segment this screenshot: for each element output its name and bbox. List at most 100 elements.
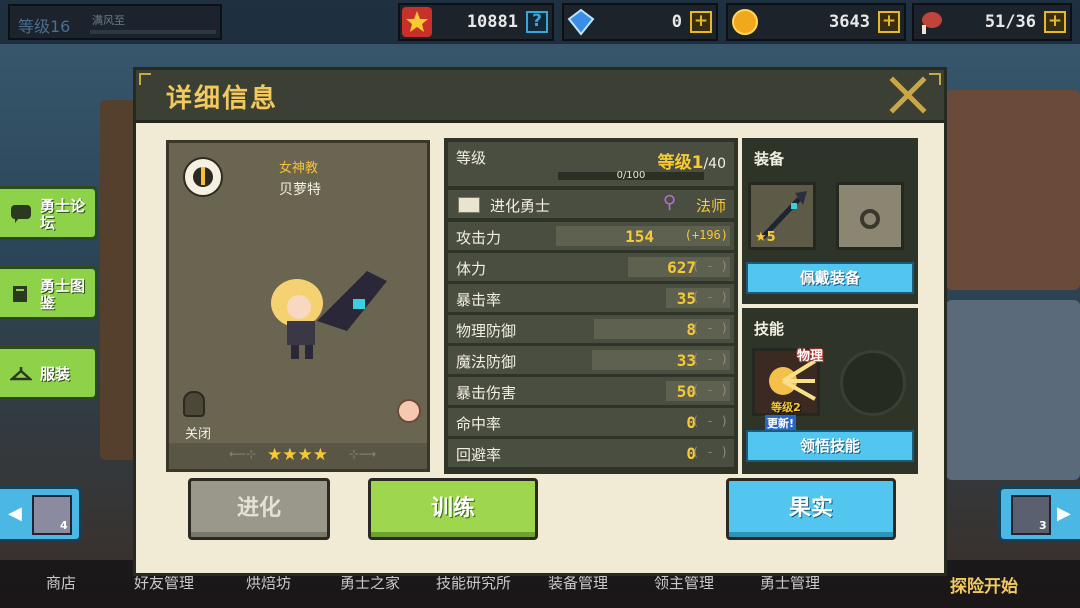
staff-icon: ⚲ bbox=[662, 192, 676, 213]
hero-name: 贝萝特 bbox=[279, 182, 321, 198]
lock-label: 关闭 bbox=[185, 427, 212, 442]
dialog-title: 详细信息 bbox=[166, 84, 279, 114]
stats-panel: 等级 0/100 等级1/40 进化勇士 ⚲ 法师 攻击力 154 (+196) 体力… bbox=[444, 138, 738, 474]
class-label: 法师 bbox=[695, 197, 726, 215]
stat-label: 回避率 bbox=[456, 446, 502, 464]
top-bar: 等级16 满风至 10881 ? 0 + 3643 + 51/36 + bbox=[0, 0, 1080, 44]
fruit-button[interactable]: 果实 bbox=[726, 478, 896, 540]
hero-class: 女神教 bbox=[279, 161, 319, 176]
train-button[interactable]: 训练 bbox=[368, 478, 538, 540]
equipment-title: 装备 bbox=[754, 150, 785, 168]
close-button[interactable] bbox=[888, 76, 928, 114]
diamond-icon bbox=[566, 7, 596, 37]
stat-label: 魔法防御 bbox=[456, 353, 517, 371]
stat-row: 暴击率 35( - ) bbox=[448, 284, 734, 312]
chat-icon bbox=[10, 204, 32, 224]
meat-value: 51/36 bbox=[984, 12, 1036, 32]
stat-label: 攻击力 bbox=[456, 229, 502, 247]
book-icon bbox=[10, 284, 32, 304]
hero-panel: 女神教 贝萝特 关闭 ⟵⊹ ★★★★ ⊹⟶ bbox=[166, 140, 430, 472]
costume-label: 服装 bbox=[40, 365, 71, 383]
equip-button[interactable]: 佩戴装备 bbox=[746, 262, 914, 294]
stat-label: 暴击伤害 bbox=[456, 384, 517, 402]
meat-add-button[interactable]: + bbox=[1044, 11, 1066, 33]
meat-resource: 51/36 + bbox=[912, 3, 1072, 41]
player-level: 等级16 bbox=[18, 17, 71, 36]
wing-left-icon: ⟵⊹ bbox=[229, 447, 257, 461]
evolution-row[interactable]: 进化勇士 ⚲ 法师 bbox=[448, 190, 734, 218]
forum-label: 勇士论坛 bbox=[40, 197, 86, 232]
chevron-right-icon: ▶ bbox=[1057, 503, 1071, 524]
prev-hero-stars: 4 bbox=[60, 519, 68, 532]
scroll-icon bbox=[458, 197, 480, 213]
bg-building bbox=[946, 300, 1080, 480]
empty-skill-slot[interactable] bbox=[840, 350, 906, 416]
hero-sprite bbox=[271, 271, 387, 359]
stat-row: 暴击伤害 50( - ) bbox=[448, 377, 734, 405]
bg-building bbox=[946, 90, 1080, 290]
skill-slot[interactable]: 物理 等级2 更新! bbox=[752, 348, 823, 431]
codex-button[interactable]: 勇士图鉴 bbox=[0, 266, 98, 320]
stat-row: 魔法防御 33( - ) bbox=[448, 346, 734, 374]
trophy-resource: 10881 ? bbox=[398, 3, 554, 41]
skill-new-badge: 更新! bbox=[765, 415, 797, 431]
stat-bonus: ( - ) bbox=[691, 321, 728, 335]
learn-skill-button[interactable]: 领悟技能 bbox=[746, 430, 914, 462]
corner-deco bbox=[139, 73, 151, 85]
stat-row: 攻击力 154 (+196) bbox=[448, 222, 734, 250]
corner-deco bbox=[929, 73, 941, 85]
next-hero-button[interactable]: 3 ▶ bbox=[998, 486, 1080, 542]
player-name: 满风至 bbox=[92, 14, 125, 27]
stat-label: 暴击率 bbox=[456, 291, 502, 309]
skills-title: 技能 bbox=[754, 320, 785, 338]
chevron-left-icon: ◀ bbox=[8, 503, 22, 524]
lock-icon[interactable] bbox=[183, 391, 205, 417]
stat-value: 154 bbox=[625, 227, 654, 246]
gold-value: 3643 bbox=[829, 12, 870, 32]
nav-adventure[interactable]: 探险开始 bbox=[950, 572, 1018, 597]
ring-icon bbox=[860, 209, 880, 229]
emotion-icon[interactable] bbox=[397, 399, 421, 423]
diamond-resource: 0 + bbox=[562, 3, 718, 41]
wing-right-icon: ⊹⟶ bbox=[349, 447, 377, 461]
level-max: /40 bbox=[703, 156, 726, 172]
gold-add-button[interactable]: + bbox=[878, 11, 900, 33]
gold-coin-icon bbox=[730, 7, 760, 37]
stat-bonus: ( - ) bbox=[691, 383, 728, 397]
accessory-slot[interactable] bbox=[836, 182, 904, 250]
stat-row: 体力 627( - ) bbox=[448, 253, 734, 281]
trophy-help-button[interactable]: ? bbox=[526, 11, 548, 33]
stat-label: 物理防御 bbox=[456, 322, 517, 340]
diamond-add-button[interactable]: + bbox=[690, 11, 712, 33]
weapon-slot[interactable]: ★5 bbox=[748, 182, 816, 250]
star-rating: ★★★★ bbox=[267, 445, 328, 465]
codex-label: 勇士图鉴 bbox=[40, 277, 86, 312]
gold-resource: 3643 + bbox=[726, 3, 906, 41]
level-current: 等级1 bbox=[657, 153, 704, 173]
player-level-box[interactable]: 等级16 满风至 bbox=[8, 4, 222, 40]
stat-bonus: ( - ) bbox=[691, 290, 728, 304]
prev-hero-button[interactable]: ◀ 4 bbox=[0, 486, 82, 542]
stat-label: 命中率 bbox=[456, 415, 502, 433]
skills-panel: 技能 物理 等级2 更新! 领悟技能 bbox=[742, 308, 918, 474]
evolve-button[interactable]: 进化 bbox=[188, 478, 330, 540]
player-xp-bar bbox=[90, 30, 216, 34]
stat-bonus: ( - ) bbox=[691, 259, 728, 273]
costume-button[interactable]: 服装 bbox=[0, 346, 98, 400]
nav-shop[interactable]: 商店 bbox=[46, 572, 76, 593]
weapon-stars: ★5 bbox=[755, 230, 776, 245]
detail-dialog: 详细信息 女神教 贝萝特 关闭 ⟵⊹ ★★★★ ⊹⟶ 等级 0/100 等级1/… bbox=[133, 67, 947, 576]
next-hero-stars: 3 bbox=[1039, 519, 1047, 532]
hanger-icon bbox=[8, 364, 34, 384]
stat-bonus: (+196) bbox=[684, 228, 728, 242]
diamond-value: 0 bbox=[671, 12, 682, 32]
forum-button[interactable]: 勇士论坛 bbox=[0, 186, 98, 240]
stat-row: 物理防御 8( - ) bbox=[448, 315, 734, 343]
class-emblem-icon bbox=[183, 157, 223, 197]
stat-row: 命中率 0( - ) bbox=[448, 408, 734, 436]
dialog-header: 详细信息 bbox=[136, 70, 944, 123]
hero-star-rating: ⟵⊹ ★★★★ ⊹⟶ bbox=[169, 443, 427, 469]
equipment-panel: 装备 ★5 佩戴装备 bbox=[742, 138, 918, 304]
level-value: 等级1/40 bbox=[658, 148, 726, 173]
skill-level: 等级2 bbox=[771, 401, 801, 414]
